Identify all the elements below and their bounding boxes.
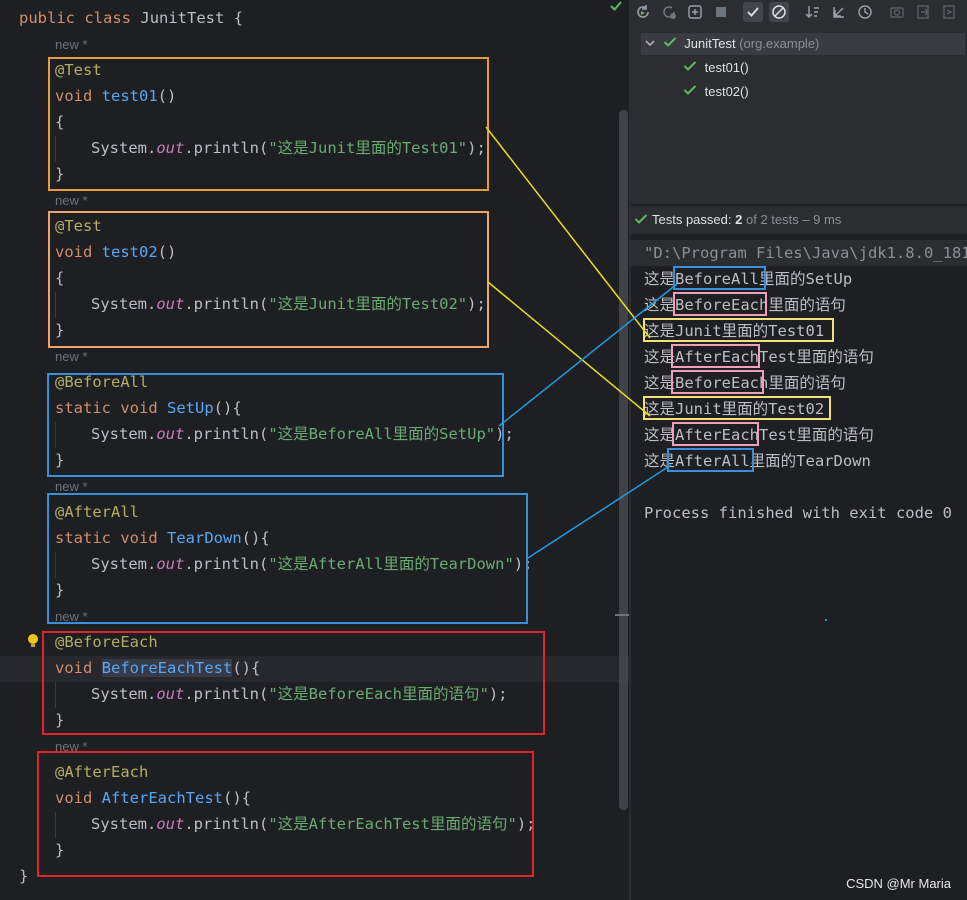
code-vision-hint[interactable]: new * xyxy=(55,739,88,755)
tree-node-test01[interactable]: test01() xyxy=(683,57,749,79)
console-command-line: "D:\Program Files\Java\jdk1.8.0_181\ xyxy=(644,244,967,262)
rerun-icon[interactable] xyxy=(633,2,653,22)
console-line: 这是AfterEachTest里面的语句 xyxy=(644,426,874,444)
code-line-brace: { xyxy=(55,269,65,287)
code-vision-hint[interactable]: new * xyxy=(55,37,88,53)
tree-node-junittest[interactable]: JunitTest (org.example) xyxy=(641,33,965,55)
rerun-failed-icon[interactable] xyxy=(659,2,679,22)
console-line: 这是AfterAll里面的TearDown xyxy=(644,452,871,470)
toggle-auto-test-icon[interactable] xyxy=(685,2,705,22)
console-exit-line: Process finished with exit code 0 xyxy=(644,504,952,522)
code-line-annotation: @AfterEach xyxy=(55,763,149,781)
sort-icon[interactable] xyxy=(803,2,823,22)
console-output[interactable]: "D:\Program Files\Java\jdk1.8.0_181\ 这是B… xyxy=(631,234,967,900)
passed-check-icon xyxy=(683,81,701,103)
code-line-brace: } xyxy=(55,711,65,729)
code-line-annotation: @Test xyxy=(55,61,102,79)
tree-node-test02[interactable]: test02() xyxy=(683,81,749,103)
watermark: CSDN @Mr Maria xyxy=(846,876,951,891)
indent-guide xyxy=(55,682,56,708)
code-line-signature: void test02() xyxy=(55,243,177,261)
code-line-body: System.out.println("这是Junit里面的Test01"); xyxy=(91,139,486,157)
code-line-body: System.out.println("这是Junit里面的Test02"); xyxy=(91,295,486,313)
console-splitter[interactable] xyxy=(615,614,629,616)
tree-node-label: test01() xyxy=(704,60,749,75)
passed-check-icon xyxy=(663,33,681,55)
code-line-body: System.out.println("这是AfterEachTest里面的语句… xyxy=(91,815,536,833)
console-line: 这是BeforeAll里面的SetUp xyxy=(644,270,853,288)
code-line-brace: } xyxy=(55,321,65,339)
indent-guide xyxy=(55,136,56,162)
import-tests-icon[interactable] xyxy=(829,2,849,22)
code-line-body: System.out.println("这是BeforeAll里面的SetUp"… xyxy=(91,425,514,443)
indent-guide xyxy=(55,292,56,318)
console-line: 这是BeforeEach里面的语句 xyxy=(644,296,846,314)
indent-guide xyxy=(55,812,56,838)
code-line-signature: void AfterEachTest(){ xyxy=(55,789,251,807)
console-line: 这是AfterEachTest里面的语句 xyxy=(644,348,874,366)
test-results-tree: JunitTest (org.example) test01() test02(… xyxy=(631,24,967,204)
tree-node-label: JunitTest xyxy=(684,36,736,51)
editor-scrollbar[interactable] xyxy=(619,110,628,810)
code-line-brace: { xyxy=(55,113,65,131)
code-vision-hint[interactable]: new * xyxy=(55,609,88,625)
tree-node-package: (org.example) xyxy=(739,36,820,51)
tree-node-label: test02() xyxy=(704,84,749,99)
code-line-brace: } xyxy=(55,581,65,599)
code-line-brace: } xyxy=(55,165,65,183)
code-line-signature: static void SetUp(){ xyxy=(55,399,242,417)
chevron-down-icon[interactable] xyxy=(645,33,659,55)
code-line-annotation: @AfterAll xyxy=(55,503,139,521)
console-line: 这是BeforeEach里面的语句 xyxy=(644,374,846,392)
indent-guide xyxy=(55,422,56,448)
stop-icon[interactable] xyxy=(711,2,731,22)
passed-check-icon xyxy=(683,57,701,79)
code-line-brace: } xyxy=(55,451,65,469)
lightbulb-icon[interactable] xyxy=(27,633,39,649)
console-line: 这是Junit里面的Test02 xyxy=(644,400,825,418)
code-line-body: System.out.println("这是BeforeEach里面的语句"); xyxy=(91,685,508,703)
code-line-annotation: @Test xyxy=(55,217,102,235)
code-line-signature: void test01() xyxy=(55,87,177,105)
status-passed-count: 2 xyxy=(735,212,743,227)
code-line-class-close: } xyxy=(19,867,29,885)
code-vision-hint[interactable]: new * xyxy=(55,349,88,365)
export-icon[interactable] xyxy=(913,2,933,22)
indent-guide xyxy=(55,552,56,578)
show-passed-icon[interactable] xyxy=(743,2,763,22)
code-line-class-header: public class JunitTest { xyxy=(19,9,244,27)
code-line-signature: static void TearDown(){ xyxy=(55,529,270,547)
code-vision-hint[interactable]: new * xyxy=(55,479,88,495)
code-line-signature: void BeforeEachTest(){ xyxy=(55,659,261,677)
status-prefix: Tests passed: xyxy=(652,212,732,227)
open-file-icon[interactable] xyxy=(939,2,959,22)
code-editor[interactable]: public class JunitTest { new * new * new… xyxy=(0,0,630,900)
inspection-ok-icon[interactable] xyxy=(609,0,623,12)
code-line-annotation: @BeforeAll xyxy=(55,373,149,391)
history-icon[interactable] xyxy=(855,2,875,22)
console-line: 这是Junit里面的Test01 xyxy=(644,322,825,340)
code-vision-hint[interactable]: new * xyxy=(55,193,88,209)
code-line-body: System.out.println("这是AfterAll里面的TearDow… xyxy=(91,555,533,573)
passed-check-icon xyxy=(634,207,652,235)
code-line-brace: } xyxy=(55,841,65,859)
screenshot-icon[interactable] xyxy=(887,2,907,22)
status-detail: of 2 tests – 9 ms xyxy=(745,212,842,227)
test-status-bar: Tests passed: 2 of 2 tests – 9 ms xyxy=(631,205,967,234)
code-line-annotation: @BeforeEach xyxy=(55,633,158,651)
caret-dot xyxy=(825,619,827,621)
run-toolbar xyxy=(631,0,967,24)
show-ignored-icon[interactable] xyxy=(769,2,789,22)
